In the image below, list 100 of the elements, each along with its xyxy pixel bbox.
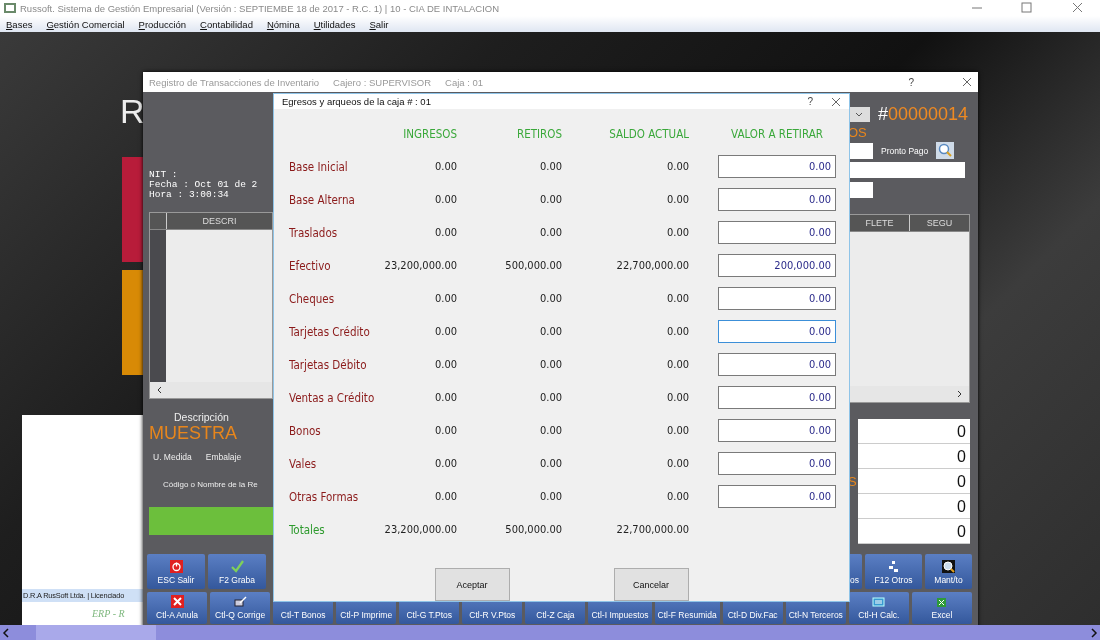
menu-item[interactable]: Bases: [6, 18, 33, 30]
unit-label: Embalaje: [205, 452, 242, 462]
dialog-title: Egresos y arqueos de la caja # : 01: [282, 96, 432, 107]
description-label: Descripción: [174, 411, 230, 423]
total-value: 0: [858, 519, 970, 544]
column-header: RETIROS: [516, 126, 562, 141]
dialog-button[interactable]: Aceptar: [434, 568, 510, 601]
help-button[interactable]: ?: [807, 96, 813, 107]
amount-field[interactable]: 0.00: [718, 485, 836, 508]
function-button[interactable]: Excel: [911, 592, 972, 624]
scrollbar[interactable]: [0, 625, 1100, 640]
menu-item[interactable]: Producción: [138, 18, 187, 30]
function-button[interactable]: F2 Graba: [208, 554, 266, 589]
network-icon: [887, 560, 900, 573]
function-button[interactable]: Ctl-A Anula: [147, 592, 208, 624]
income-value: 0.00: [433, 457, 457, 470]
balance-value: 0.00: [665, 424, 689, 437]
withdrawals-value: 0.00: [538, 193, 562, 206]
input-field[interactable]: [848, 162, 965, 178]
balance-total: 22,700,000.00: [615, 523, 689, 536]
amount-field[interactable]: 0.00: [718, 386, 836, 409]
input-field[interactable]: [848, 142, 873, 159]
function-button[interactable]: Ctl-H Calc.: [848, 592, 909, 624]
withdrawals-value: 0.00: [538, 292, 562, 305]
edit-icon: [233, 595, 247, 608]
income-value: 0.00: [433, 358, 457, 371]
amount-field[interactable]: 0.00: [718, 155, 836, 178]
withdrawals-value: 500,000.00: [504, 259, 562, 272]
dropdown[interactable]: [848, 107, 870, 122]
row-label: Vales: [289, 456, 318, 471]
search-label: Código o Nombre de la Re: [163, 480, 259, 489]
info-text: NIT :: [149, 170, 179, 180]
balance-value: 22,700,000.00: [615, 259, 689, 272]
function-button[interactable]: ESC Salir: [147, 554, 205, 589]
balance-value: 0.00: [665, 457, 689, 470]
amount-field[interactable]: 0.00: [718, 419, 836, 442]
income-value: 0.00: [433, 391, 457, 404]
function-button[interactable]: Mant/to: [925, 554, 972, 589]
balance-value: 0.00: [665, 358, 689, 371]
function-button[interactable]: Ctl-Q Corrige: [210, 592, 271, 624]
menu-item[interactable]: Nómina: [266, 18, 300, 30]
withdrawals-value: 0.00: [538, 226, 562, 239]
check-icon: [230, 560, 244, 573]
close-icon[interactable]: [962, 77, 972, 87]
column-header: SEGU: [909, 215, 969, 231]
amount-field[interactable]: 0.00: [718, 188, 836, 211]
menu-item[interactable]: Utilidades: [313, 18, 356, 30]
document-number: #00000014: [878, 104, 969, 125]
input-field[interactable]: [848, 182, 873, 198]
help-button[interactable]: ?: [908, 76, 914, 88]
scrollbar[interactable]: [849, 386, 969, 402]
magnifier-icon: [942, 560, 955, 573]
calculator-icon: [872, 595, 886, 608]
income-value: 0.00: [433, 490, 457, 503]
column-header: INGRESOS: [402, 126, 457, 141]
row-label: Base Alterna: [289, 192, 356, 207]
withdrawals-value: 0.00: [538, 391, 562, 404]
window-title: Registro de Transacciones de Inventario: [149, 76, 320, 88]
amount-field[interactable]: 0.00: [718, 221, 836, 244]
amount-field[interactable]: 0.00: [718, 320, 836, 343]
column-header: SALDO ACTUAL: [608, 126, 689, 141]
income-value: 23,200,000.00: [383, 259, 457, 272]
dialog-button[interactable]: Cancelar: [613, 568, 689, 601]
pronto-pago-label: Pronto Pago: [881, 145, 929, 156]
balance-value: 0.00: [665, 226, 689, 239]
power-icon: [169, 560, 183, 573]
row-label: Traslados: [289, 225, 339, 240]
balance-value: 0.00: [665, 325, 689, 338]
spreadsheet-icon: [935, 595, 949, 608]
cashier-label: Cajero : SUPERVISOR: [333, 76, 432, 88]
search-icon[interactable]: [936, 142, 955, 159]
search-field[interactable]: [149, 507, 273, 535]
logo-caption: ERP - R: [91, 607, 126, 621]
amount-field[interactable]: 0.00: [718, 452, 836, 475]
scrollbar[interactable]: [150, 382, 272, 398]
total-value: 0: [858, 469, 970, 494]
total-value: 0: [858, 444, 970, 469]
amount-field[interactable]: 0.00: [718, 353, 836, 376]
amount-field[interactable]: 200,000.00: [718, 254, 836, 277]
cancel-icon: [170, 595, 184, 608]
income-value: 0.00: [433, 160, 457, 173]
amount-field[interactable]: 0.00: [718, 287, 836, 310]
balance-value: 0.00: [665, 193, 689, 206]
logo-letter: R: [120, 92, 145, 131]
function-button[interactable]: F12 Otros: [865, 554, 922, 589]
menu-item[interactable]: Gestión Comercial: [46, 18, 125, 30]
column-header: DESCRI: [166, 213, 272, 229]
menu-item[interactable]: Salir: [369, 18, 389, 30]
menu-item[interactable]: Contabilidad: [200, 18, 253, 30]
row-label: Base Inicial: [289, 159, 349, 174]
chevron-icon: [855, 111, 863, 118]
income-value: 0.00: [433, 193, 457, 206]
withdrawals-value: 0.00: [538, 358, 562, 371]
scroll-thumb[interactable]: [36, 625, 156, 640]
product-name: MUESTRA: [149, 423, 238, 444]
income-value: 0.00: [433, 226, 457, 239]
income-value: 0.00: [433, 424, 457, 437]
close-icon[interactable]: [831, 96, 841, 107]
total-value: 0: [858, 419, 970, 444]
totals-label: Totales: [289, 522, 326, 537]
